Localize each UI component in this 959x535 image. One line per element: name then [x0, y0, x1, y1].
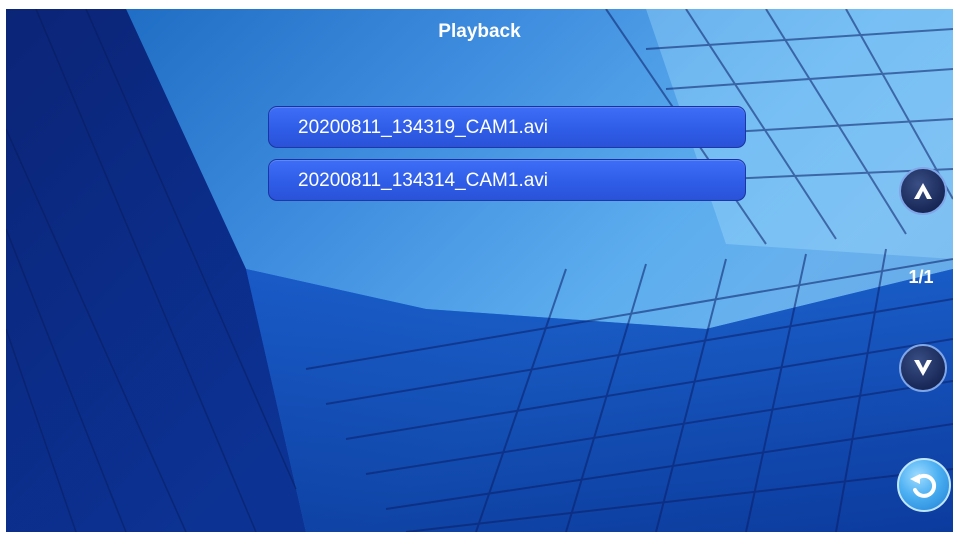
playback-screen: Playback 20200811_134319_CAM1.avi 202008… — [6, 9, 953, 532]
file-list: 20200811_134319_CAM1.avi 20200811_134314… — [268, 106, 746, 212]
page-down-button[interactable] — [899, 344, 947, 392]
file-item[interactable]: 20200811_134314_CAM1.avi — [268, 159, 746, 201]
page-up-button[interactable] — [899, 167, 947, 215]
page-indicator: 1/1 — [908, 267, 934, 287]
chevron-up-icon — [914, 183, 932, 199]
chevron-down-icon — [914, 360, 932, 376]
background-pattern — [6, 9, 953, 532]
return-arrow-icon — [910, 473, 937, 498]
back-button[interactable] — [897, 458, 951, 512]
file-item[interactable]: 20200811_134319_CAM1.avi — [268, 106, 746, 148]
page-title: Playback — [438, 21, 521, 42]
